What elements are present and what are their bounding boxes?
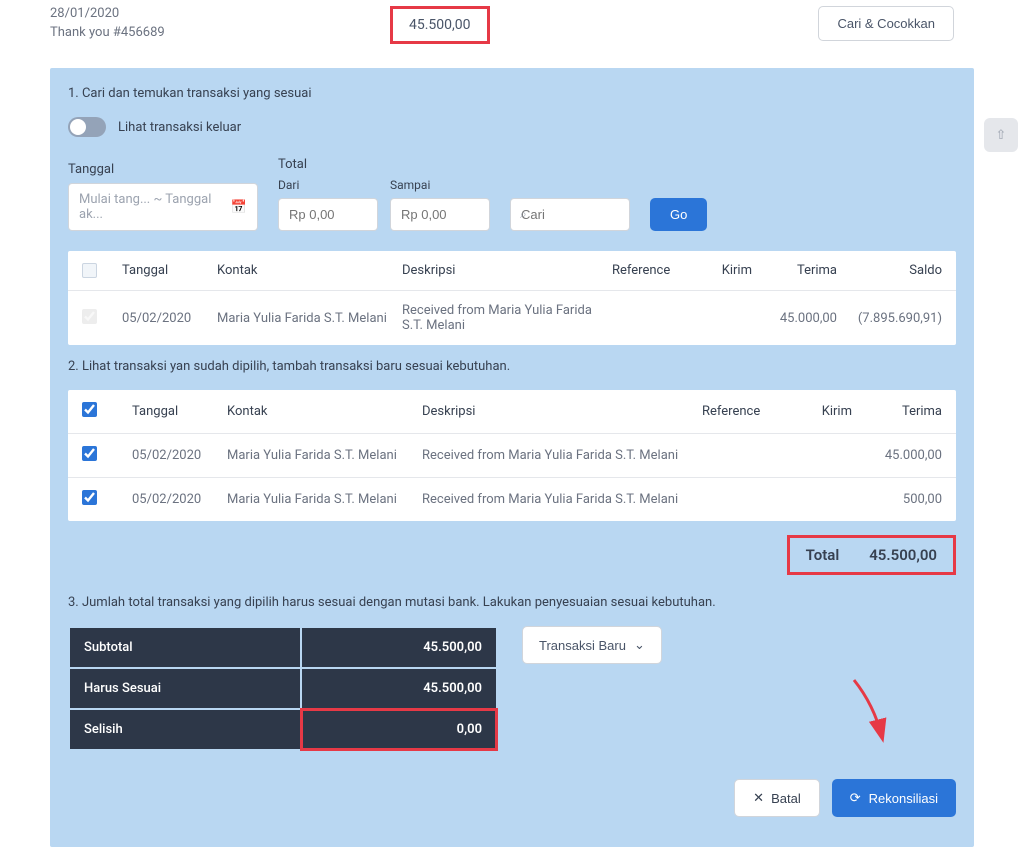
step2-title: 2. Lihat transaksi yan sudah dipilih, ta… [68, 359, 956, 374]
must-match-label: Harus Sesuai [69, 668, 301, 709]
col-date: Tanggal [122, 263, 217, 278]
date-label: Tanggal [68, 162, 258, 177]
header-amount: 45.500,00 [390, 6, 490, 44]
cell-desc: Received from Maria Yulia Farida S.T. Me… [402, 303, 612, 333]
reconcile-panel: 1. Cari dan temukan transaksi yang sesua… [50, 68, 974, 847]
cell-terima: 45.000,00 [852, 448, 942, 463]
step1-title: 1. Cari dan temukan transaksi yang sesua… [68, 86, 956, 101]
calendar-icon: 📅 [231, 200, 247, 215]
col-ref: Reference [702, 404, 792, 419]
page-container: 28/01/2020 Thank you #456689 45.500,00 C… [0, 0, 1024, 847]
total-label: Total [806, 546, 840, 564]
table-header: Tanggal Kontak Deskripsi Reference Kirim… [68, 251, 956, 290]
cell-date: 05/02/2020 [132, 492, 227, 507]
candidates-table: Tanggal Kontak Deskripsi Reference Kirim… [68, 251, 956, 345]
table-row[interactable]: 05/02/2020 Maria Yulia Farida S.T. Melan… [68, 433, 956, 477]
cell-terima: 500,00 [852, 492, 942, 507]
col-kirim: Kirim [792, 404, 852, 419]
date-range-placeholder: Mulai tang... ~ Tanggal ak... [79, 192, 231, 222]
subtotal-label: Subtotal [69, 627, 301, 668]
col-desc: Deskripsi [402, 263, 612, 278]
to-label: Sampai [390, 178, 490, 192]
total-badge: Total 45.500,00 [68, 535, 956, 575]
scroll-top-button[interactable]: ⇧ [984, 118, 1018, 152]
toggle-label: Lihat transaksi keluar [118, 120, 241, 135]
action-buttons: ✕ Batal ⟳ Rekonsiliasi [68, 779, 956, 817]
header-row: 28/01/2020 Thank you #456689 45.500,00 C… [0, 0, 1024, 68]
table-row[interactable]: 05/02/2020 Maria Yulia Farida S.T. Melan… [68, 477, 956, 521]
go-button[interactable]: Go [650, 198, 707, 231]
total-value: 45.500,00 [869, 546, 937, 564]
cell-contact: Maria Yulia Farida S.T. Melani [217, 311, 402, 326]
step3-title: 3. Jumlah total transaksi yang dipilih h… [68, 595, 956, 610]
table-header: Tanggal Kontak Deskripsi Reference Kirim… [68, 390, 956, 433]
select-all-checkbox[interactable] [82, 402, 97, 417]
row-checkbox[interactable] [82, 309, 97, 324]
header-reference: Thank you #456689 [50, 25, 390, 40]
amount-from-input[interactable] [278, 198, 378, 231]
row-checkbox[interactable] [82, 446, 97, 461]
cell-saldo: (7.895.690,91) [837, 311, 942, 326]
must-match-value: 45.500,00 [301, 668, 497, 709]
match-button[interactable]: Cari & Cocokkan [818, 6, 954, 41]
cell-contact: Maria Yulia Farida S.T. Melani [227, 448, 422, 463]
col-contact: Kontak [217, 263, 402, 278]
reconcile-button[interactable]: ⟳ Rekonsiliasi [832, 779, 956, 817]
cancel-label: Batal [771, 791, 801, 806]
outgoing-toggle[interactable] [68, 117, 106, 137]
table-row[interactable]: 05/02/2020 Maria Yulia Farida S.T. Melan… [68, 290, 956, 345]
row-checkbox[interactable] [82, 490, 97, 505]
new-transaction-label: Transaksi Baru [539, 638, 626, 653]
header-date: 28/01/2020 [50, 6, 390, 21]
subtotal-value: 45.500,00 [301, 627, 497, 668]
chevron-down-icon: ⌄ [634, 637, 645, 653]
arrow-up-icon: ⇧ [996, 128, 1007, 143]
col-saldo: Saldo [837, 263, 942, 278]
cell-contact: Maria Yulia Farida S.T. Melani [227, 492, 422, 507]
cell-date: 05/02/2020 [122, 311, 217, 326]
col-terima: Terima [852, 404, 942, 419]
cancel-button[interactable]: ✕ Batal [734, 779, 820, 817]
selected-table: Tanggal Kontak Deskripsi Reference Kirim… [68, 390, 956, 521]
filter-row: Tanggal Mulai tang... ~ Tanggal ak... 📅 … [68, 157, 956, 231]
cell-date: 05/02/2020 [132, 448, 227, 463]
summary-table: Subtotal 45.500,00 Harus Sesuai 45.500,0… [68, 626, 498, 751]
col-terima: Terima [752, 263, 837, 278]
cell-desc: Received from Maria Yulia Farida S.T. Me… [422, 448, 702, 463]
reconcile-label: Rekonsiliasi [869, 791, 938, 806]
from-label: Dari [278, 178, 378, 192]
col-ref: Reference [612, 263, 692, 278]
date-range-input[interactable]: Mulai tang... ~ Tanggal ak... 📅 [68, 183, 258, 231]
difference-label: Selisih [69, 709, 301, 750]
select-all-checkbox[interactable] [82, 263, 97, 278]
total-label: Total [278, 157, 490, 172]
header-info: 28/01/2020 Thank you #456689 [50, 6, 390, 40]
difference-value: 0,00 [301, 709, 497, 750]
col-kirim: Kirim [692, 263, 752, 278]
cell-terima: 45.000,00 [752, 311, 837, 326]
new-transaction-button[interactable]: Transaksi Baru ⌄ [522, 626, 662, 664]
search-icon: ⌕ [520, 207, 527, 222]
amount-to-input[interactable] [390, 198, 490, 231]
col-contact: Kontak [227, 404, 422, 419]
search-input[interactable] [510, 198, 630, 231]
toggle-row: Lihat transaksi keluar [68, 117, 956, 137]
col-desc: Deskripsi [422, 404, 702, 419]
cell-desc: Received from Maria Yulia Farida S.T. Me… [422, 492, 702, 507]
col-date: Tanggal [132, 404, 227, 419]
